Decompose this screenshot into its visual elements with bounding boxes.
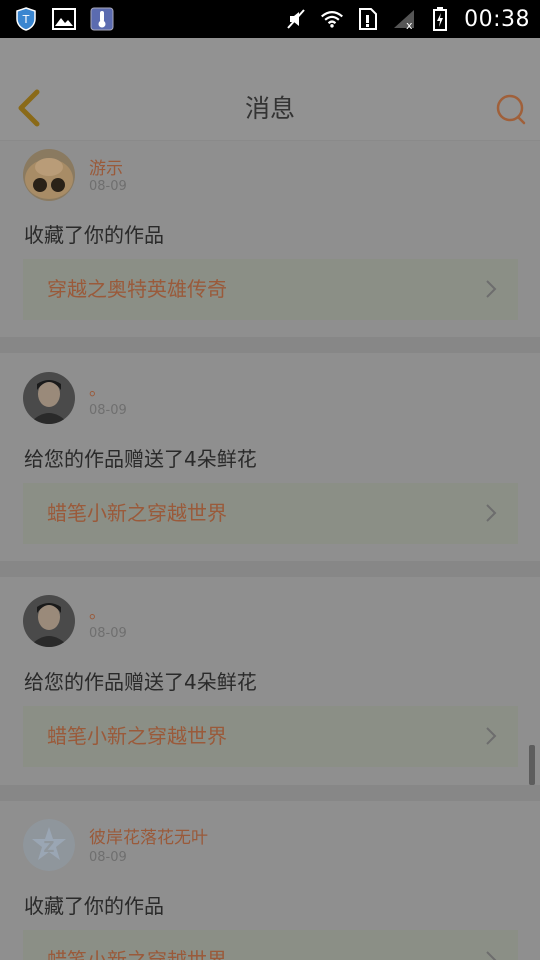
notification-card: 。 08-09 给您的作品赠送了4朵鲜花 蜡笔小新之穿越世界 bbox=[0, 353, 540, 561]
divider bbox=[0, 561, 540, 577]
thermometer-icon bbox=[90, 7, 114, 31]
svg-text:T: T bbox=[22, 13, 30, 26]
notification-card: Z 彼岸花落花无叶 08-09 收藏了你的作品 蜡笔小新之穿越世界 bbox=[0, 801, 540, 960]
username[interactable]: 游示 bbox=[89, 154, 123, 179]
signal-icon: x bbox=[392, 7, 416, 31]
mute-icon bbox=[284, 7, 308, 31]
username[interactable]: 。 bbox=[89, 598, 106, 623]
message-text: 收藏了你的作品 bbox=[24, 223, 164, 247]
status-time: 00:38 bbox=[464, 6, 530, 32]
avatar[interactable]: Z bbox=[23, 819, 75, 871]
avatar[interactable] bbox=[23, 372, 75, 424]
work-title: 蜡笔小新之穿越世界 bbox=[47, 724, 227, 748]
notification-card: 游示 08-09 收藏了你的作品 穿越之奥特英雄传奇 bbox=[0, 141, 540, 337]
scrollbar[interactable] bbox=[529, 745, 535, 785]
sim-icon bbox=[356, 7, 380, 31]
man-avatar bbox=[23, 595, 75, 647]
battery-charging-icon bbox=[428, 7, 452, 31]
header: 消息 bbox=[0, 78, 540, 141]
message-text: 收藏了你的作品 bbox=[24, 894, 164, 918]
wifi-icon bbox=[320, 7, 344, 31]
work-link[interactable]: 蜡笔小新之穿越世界 bbox=[23, 483, 518, 544]
work-title: 蜡笔小新之穿越世界 bbox=[47, 948, 227, 960]
timestamp: 08-09 bbox=[89, 850, 127, 865]
search-icon bbox=[496, 94, 526, 125]
notification-card: 。 08-09 给您的作品赠送了4朵鲜花 蜡笔小新之穿越世界 bbox=[0, 577, 540, 785]
page-title: 消息 bbox=[244, 94, 295, 123]
work-title: 穿越之奥特英雄传奇 bbox=[47, 277, 227, 301]
divider bbox=[0, 785, 540, 801]
top-spacer bbox=[0, 38, 540, 78]
timestamp: 08-09 bbox=[89, 626, 127, 641]
avatar[interactable] bbox=[23, 595, 75, 647]
chevron-right-icon bbox=[486, 504, 497, 522]
status-bar: T x 00:38 bbox=[0, 0, 540, 38]
username[interactable]: 。 bbox=[89, 375, 106, 400]
avatar[interactable] bbox=[23, 149, 75, 201]
svg-text:x: x bbox=[406, 19, 413, 30]
default-z-avatar: Z bbox=[23, 819, 75, 871]
work-link[interactable]: 蜡笔小新之穿越世界 bbox=[23, 706, 518, 767]
chevron-right-icon bbox=[486, 951, 497, 960]
shield-icon: T bbox=[14, 7, 38, 31]
message-text: 给您的作品赠送了4朵鲜花 bbox=[24, 447, 257, 471]
timestamp: 08-09 bbox=[89, 179, 127, 194]
status-bar-left: T bbox=[0, 7, 114, 31]
timestamp: 08-09 bbox=[89, 403, 127, 418]
work-link[interactable]: 蜡笔小新之穿越世界 bbox=[23, 930, 518, 960]
chevron-right-icon bbox=[486, 280, 497, 298]
notification-list[interactable]: 游示 08-09 收藏了你的作品 穿越之奥特英雄传奇 。 08-09 给您的作品… bbox=[0, 141, 540, 960]
image-icon bbox=[52, 7, 76, 31]
chevron-right-icon bbox=[486, 727, 497, 745]
work-title: 蜡笔小新之穿越世界 bbox=[47, 501, 227, 525]
divider bbox=[0, 337, 540, 353]
message-text: 给您的作品赠送了4朵鲜花 bbox=[24, 670, 257, 694]
hamster-avatar bbox=[23, 149, 75, 201]
man-avatar bbox=[23, 372, 75, 424]
search-button[interactable] bbox=[494, 92, 528, 126]
work-link[interactable]: 穿越之奥特英雄传奇 bbox=[23, 259, 518, 320]
username[interactable]: 彼岸花落花无叶 bbox=[89, 823, 208, 848]
status-bar-right: x 00:38 bbox=[284, 7, 540, 32]
svg-text:Z: Z bbox=[44, 838, 55, 856]
